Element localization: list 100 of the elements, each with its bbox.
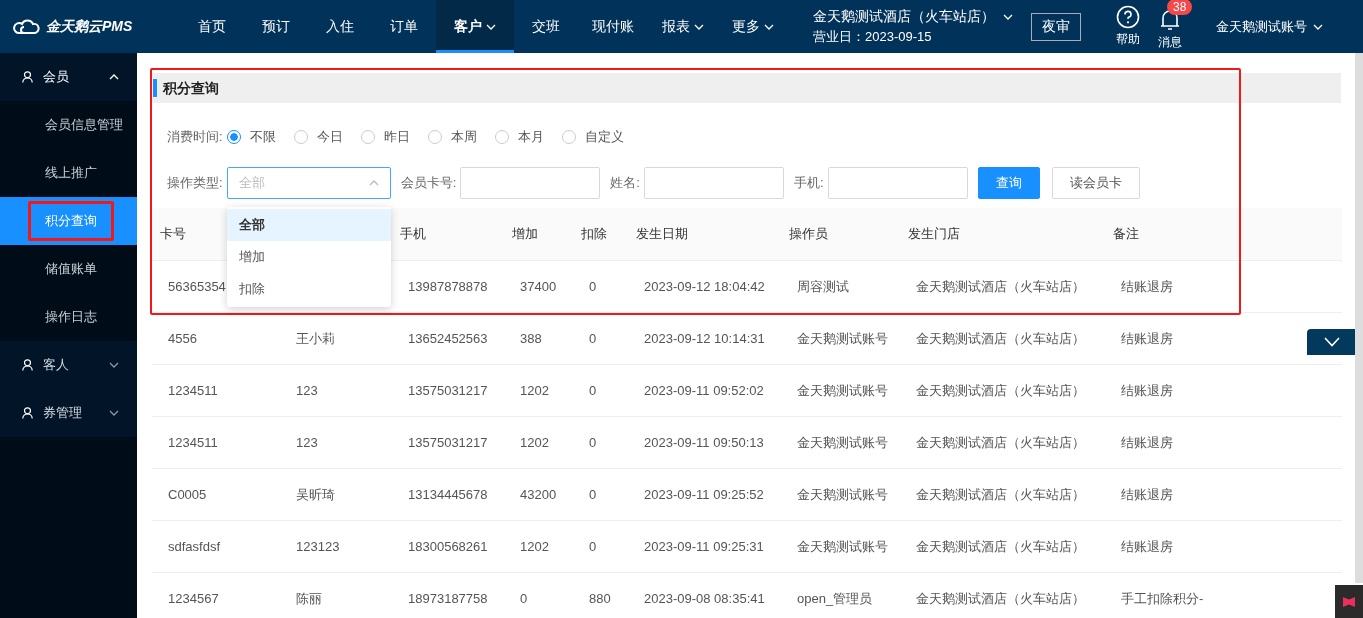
table-cell: 880 xyxy=(589,591,611,606)
radio-option[interactable]: 本周 xyxy=(427,128,477,146)
table-cell: 18973187758 xyxy=(408,591,488,606)
table-cell: 结账退房 xyxy=(1121,278,1173,294)
nav-tab[interactable]: 首页 xyxy=(180,0,244,53)
table-cell: 周容测试 xyxy=(797,278,849,294)
table-cell: 388 xyxy=(520,331,542,346)
table-cell: 结账退房 xyxy=(1121,434,1173,450)
chevron-up-icon xyxy=(109,74,119,80)
scrollbar[interactable] xyxy=(1355,53,1363,583)
nav-tab[interactable]: 入住 xyxy=(308,0,372,53)
nav-tab[interactable]: 客户 xyxy=(436,0,514,53)
table-cell: 13987878878 xyxy=(408,279,488,294)
table-cell: 123 xyxy=(296,383,318,398)
column-header: 备注 xyxy=(1113,226,1139,241)
dropdown-option[interactable]: 全部 xyxy=(226,209,391,241)
table-cell: 123 xyxy=(296,435,318,450)
business-day: 营业日：2023-09-15 xyxy=(813,27,1013,46)
nav-tab[interactable]: 预订 xyxy=(244,0,308,53)
nav-tab[interactable]: 更多 xyxy=(718,0,788,53)
dropdown-option[interactable]: 增加 xyxy=(226,241,391,273)
sidebar-group[interactable]: 客人 xyxy=(0,341,137,389)
table-cell: 0 xyxy=(520,591,528,606)
radio-option[interactable]: 昨日 xyxy=(360,128,410,146)
nav-tab[interactable]: 报表 xyxy=(648,0,718,53)
table-cell: 金天鹅测试账号 xyxy=(797,486,888,502)
cloud-icon xyxy=(13,18,41,35)
table-cell: 13575031217 xyxy=(408,383,488,398)
table-cell: 金天鹅测试酒店（火车站店） xyxy=(916,278,1085,294)
table-cell: C0005 xyxy=(168,487,207,502)
dropdown-option[interactable]: 扣除 xyxy=(226,273,391,305)
table-cell: 2023-09-12 10:14:31 xyxy=(644,331,765,346)
input-field[interactable] xyxy=(460,167,601,199)
table-cell: 2023-09-11 09:52:02 xyxy=(644,383,764,398)
radio-option[interactable]: 本月 xyxy=(494,128,544,146)
widget-button[interactable] xyxy=(1335,585,1363,618)
help-button[interactable]: 帮助 xyxy=(1116,5,1140,48)
sidebar-item[interactable]: 操作日志 xyxy=(28,298,114,336)
radio-button[interactable] xyxy=(226,130,241,144)
column-header: 扣除 xyxy=(581,226,607,241)
table-cell: 金天鹅测试酒店（火车站店） xyxy=(916,382,1085,398)
table-cell: 123123 xyxy=(296,539,340,554)
chevron-down-icon xyxy=(1003,13,1013,20)
table-cell: 37400 xyxy=(520,279,557,294)
table-cell: 金天鹅测试酒店（火车站店） xyxy=(916,590,1085,606)
nav-tab[interactable]: 交班 xyxy=(514,0,578,53)
chevron-down-icon xyxy=(109,410,119,416)
count-badge: 38 xyxy=(1167,0,1193,15)
column-header: 操作员 xyxy=(789,226,828,241)
table-cell: 2023-09-11 09:25:52 xyxy=(644,487,764,502)
table-cell: 结账退房 xyxy=(1121,330,1173,346)
table-cell: 王小莉 xyxy=(296,330,335,346)
table-cell: 4556 xyxy=(168,331,197,346)
column-header: 手机 xyxy=(400,226,426,241)
sidebar-item[interactable]: 储值账单 xyxy=(28,250,114,288)
table-cell: 金天鹅测试账号 xyxy=(797,382,888,398)
section-header: 积分查询 xyxy=(152,73,1341,103)
table-cell: 2023-09-11 09:50:13 xyxy=(644,435,764,450)
logo[interactable]: 金天鹅云PMS xyxy=(0,17,180,36)
night-audit-button[interactable]: 夜审 xyxy=(1031,12,1081,41)
table-cell: 吴昕琦 xyxy=(296,486,335,502)
column-header: 发生门店 xyxy=(908,226,960,241)
table-cell: 1234511 xyxy=(168,435,218,450)
table-cell: open_管理员 xyxy=(797,590,873,606)
sidebar-group[interactable]: 券管理 xyxy=(0,389,137,437)
input-field[interactable] xyxy=(827,167,968,199)
input-field[interactable] xyxy=(643,167,784,199)
collapse-button[interactable] xyxy=(1307,329,1357,355)
table-cell: 金天鹅测试账号 xyxy=(797,538,888,554)
radio-option[interactable]: 今日 xyxy=(293,128,343,146)
radio-option[interactable]: 自定义 xyxy=(561,128,624,146)
sidebar-group[interactable]: 会员 xyxy=(0,53,137,101)
person-icon xyxy=(22,407,33,419)
sidebar-item[interactable]: 会员信息管理 xyxy=(28,106,140,144)
table-cell: 金天鹅测试账号 xyxy=(797,330,888,346)
table-cell: 手工扣除积分- xyxy=(1121,590,1204,606)
person-icon xyxy=(22,71,33,83)
action-button[interactable]: 读会员卡 xyxy=(1051,167,1140,199)
table-cell: 0 xyxy=(589,539,597,554)
account-menu[interactable]: 金天鹅测试账号 xyxy=(1216,17,1323,36)
nav-tab[interactable]: 订单 xyxy=(372,0,436,53)
chevron-up-icon xyxy=(368,180,379,186)
table-cell: 0 xyxy=(589,279,597,294)
chevron-down-icon xyxy=(109,362,119,368)
hotel-selector[interactable]: 金天鹅测试酒店（火车站店） xyxy=(813,7,1013,26)
column-header: 发生日期 xyxy=(636,226,688,241)
table-cell: 18300568261 xyxy=(408,539,488,554)
table-cell: 1202 xyxy=(520,539,549,554)
table-cell: 结账退房 xyxy=(1121,382,1173,398)
bow-icon xyxy=(1342,595,1356,608)
radio-option[interactable]: 不限 xyxy=(226,128,276,146)
table-cell: 金天鹅测试酒店（火车站店） xyxy=(916,330,1085,346)
table-cell: 结账退房 xyxy=(1121,486,1173,502)
sidebar-item[interactable]: 线上推广 xyxy=(28,154,114,192)
filter-label: 手机: xyxy=(793,174,824,192)
nav-tab[interactable]: 现付账 xyxy=(578,0,648,53)
table-cell: 1202 xyxy=(520,435,549,450)
messages-button[interactable]: 消息 38 xyxy=(1148,0,1192,51)
filter-label: 姓名: xyxy=(610,174,640,192)
table-cell: 0 xyxy=(589,435,597,450)
